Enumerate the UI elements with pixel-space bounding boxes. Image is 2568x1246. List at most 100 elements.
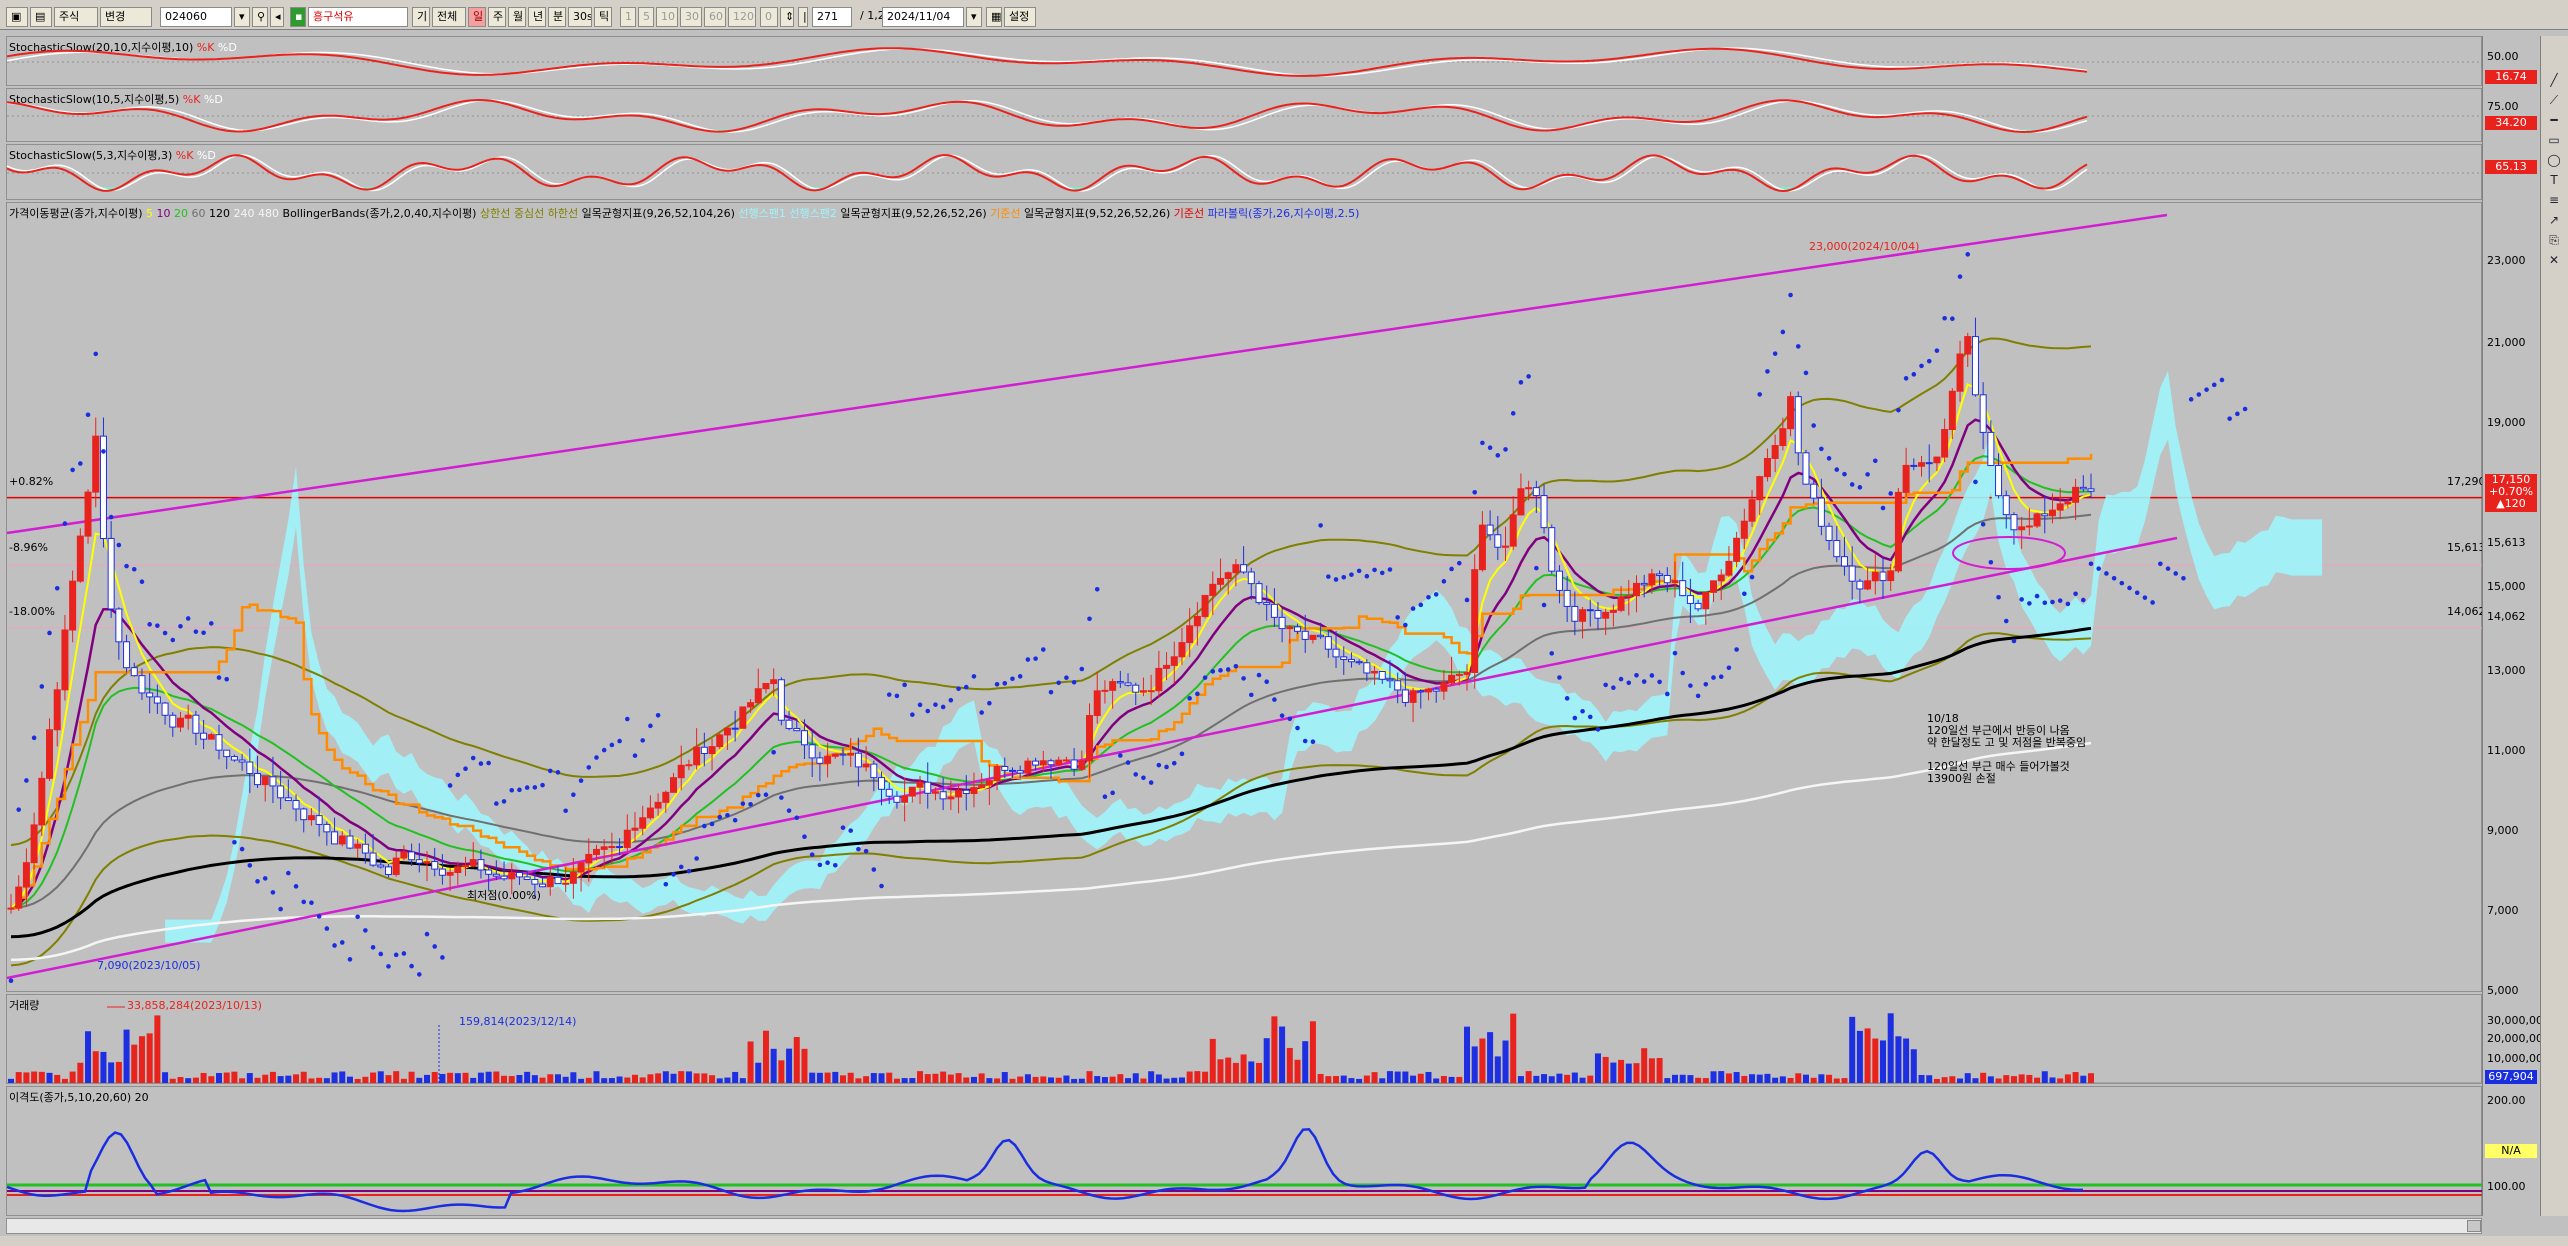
volume-bar — [1294, 1059, 1301, 1083]
m5-button[interactable]: 5 — [638, 7, 654, 27]
volume-bar — [1980, 1072, 1987, 1083]
spin-icon[interactable]: ⇕ — [780, 7, 794, 27]
whole-button[interactable]: 전체 — [432, 7, 466, 27]
setting-button[interactable]: 설정 — [1004, 7, 1036, 27]
search-icon[interactable]: ⚲ — [252, 7, 268, 27]
price-axis[interactable]: 50.00 16.74 75.00 34.20 50.00 65.13 23,0… — [2482, 36, 2550, 1216]
m120-button[interactable]: 120 — [728, 7, 756, 27]
volume-bar — [1456, 1076, 1463, 1083]
psar-dot — [224, 676, 230, 682]
arrow-tool-icon[interactable]: ↗ — [2546, 212, 2562, 228]
candle-body — [1039, 760, 1047, 766]
menu-icon[interactable]: ▣ — [6, 7, 28, 27]
stochastic-pane-1[interactable]: StochasticSlow(20,10,지수이평,10) %K %D — [6, 36, 2483, 86]
psar-dot — [748, 801, 753, 807]
level-15613-label: 15,613 — [2447, 541, 2486, 554]
psar-dot — [1487, 445, 1493, 450]
dropdown-icon[interactable]: ▾ — [234, 7, 250, 27]
m10-button[interactable]: 10 — [656, 7, 678, 27]
stochastic-pane-2[interactable]: StochasticSlow(10,5,지수이평,5) %K %D — [6, 88, 2483, 142]
market-select[interactable]: 주식 — [54, 7, 98, 27]
psar-dot — [201, 630, 206, 636]
sec30-button[interactable]: 30s — [568, 7, 592, 27]
m60-button[interactable]: 60 — [704, 7, 726, 27]
volume-pane[interactable]: 거래량 33,858,284(2023/10/13) 159,814(2023/… — [6, 994, 2483, 1084]
week-button[interactable]: 주 — [488, 7, 506, 27]
disparity-pane[interactable]: 이격도(종가,5,10,20,60) 20 — [6, 1086, 2483, 1216]
fib-tool-icon[interactable]: ≡ — [2546, 192, 2562, 208]
horizontal-tool-icon[interactable]: ━ — [2546, 112, 2562, 128]
psar-dot — [1048, 689, 1054, 695]
candle-body — [1255, 583, 1263, 604]
volume-bar — [169, 1078, 176, 1083]
ellipse-tool-icon[interactable]: ◯ — [2546, 152, 2562, 168]
n0-field[interactable]: 0 — [760, 7, 778, 27]
candle-body — [1617, 596, 1625, 611]
trend-tool-icon[interactable]: ⟋ — [2546, 92, 2562, 108]
candle-body — [1363, 662, 1371, 674]
volume-bar — [1926, 1075, 1933, 1083]
psar-dot — [393, 952, 399, 958]
day-button[interactable]: 일 — [468, 7, 486, 27]
psar-dot — [856, 846, 861, 852]
psar-dot — [2227, 416, 2232, 421]
psar-dot — [1372, 567, 1377, 573]
prev-icon[interactable]: ◂ — [270, 7, 284, 27]
price-pane[interactable]: 가격이동평균(종가,지수이평) 5 10 20 60 120 240 480 B… — [6, 202, 2486, 992]
ma480-legend: 480 — [258, 207, 280, 220]
candle-body — [431, 861, 439, 870]
scrollbar-thumb[interactable] — [2467, 1220, 2481, 1232]
minute-button[interactable]: 분 — [548, 7, 566, 27]
delete-tool-icon[interactable]: ✕ — [2546, 252, 2562, 268]
psar-dot — [1017, 674, 1023, 679]
stock-name-field[interactable]: 흥구석유 — [308, 7, 408, 27]
calendar-dropdown-icon[interactable]: ▾ — [966, 7, 982, 27]
volume-bar — [924, 1074, 931, 1083]
candle-body — [924, 781, 932, 794]
change-select[interactable]: 변경 — [100, 7, 152, 27]
volume-bar — [408, 1071, 415, 1083]
candle-body — [1324, 636, 1332, 650]
psar-dot — [571, 792, 576, 797]
window-icon[interactable]: ▤ — [30, 7, 52, 27]
volume-bar — [1618, 1059, 1625, 1083]
psar-dot — [917, 702, 923, 708]
stock-code-input[interactable]: 024060 — [160, 7, 232, 27]
grid-icon[interactable]: ▦ — [986, 7, 1002, 27]
volume-bar — [8, 1078, 14, 1083]
candle-body — [562, 882, 570, 885]
candle-body — [708, 746, 716, 755]
copy-tool-icon[interactable]: ⎘ — [2546, 232, 2562, 248]
psar-dot — [1811, 423, 1816, 428]
volume-bar — [1394, 1071, 1401, 1083]
candle-body — [955, 789, 963, 798]
candle-body — [1679, 580, 1687, 597]
date-input[interactable]: 2024/11/04 — [882, 7, 964, 27]
year-button[interactable]: 년 — [528, 7, 546, 27]
candle-body — [616, 846, 624, 849]
candle-body — [123, 641, 131, 669]
count-input[interactable]: 271 — [812, 7, 852, 27]
m30-button[interactable]: 30 — [680, 7, 702, 27]
bb-mid-legend: 중심선 — [513, 207, 545, 220]
month-button[interactable]: 월 — [508, 7, 526, 27]
period-gi-button[interactable]: 기 — [412, 7, 430, 27]
psar-dot — [1857, 485, 1863, 490]
flag-icon[interactable]: ▪ — [290, 7, 306, 27]
candle-body — [176, 717, 184, 728]
line-tool-icon[interactable]: ╱ — [2546, 72, 2562, 88]
volume-bar — [639, 1077, 646, 1083]
volume-bar — [23, 1072, 30, 1083]
m1-button[interactable]: 1 — [620, 7, 636, 27]
tick-button[interactable]: 틱 — [594, 7, 612, 27]
text-tool-icon[interactable]: T — [2546, 172, 2562, 188]
volume-bar — [1109, 1076, 1116, 1083]
horizontal-scrollbar[interactable] — [6, 1218, 2482, 1234]
psar-dot — [547, 768, 553, 774]
volume-bar — [439, 1073, 446, 1083]
stochastic-pane-3[interactable]: StochasticSlow(5,3,지수이평,3) %K %D — [6, 144, 2483, 200]
psar-dot — [979, 710, 984, 715]
candle-body — [7, 907, 15, 910]
candle-body — [1817, 497, 1825, 527]
rect-tool-icon[interactable]: ▭ — [2546, 132, 2562, 148]
